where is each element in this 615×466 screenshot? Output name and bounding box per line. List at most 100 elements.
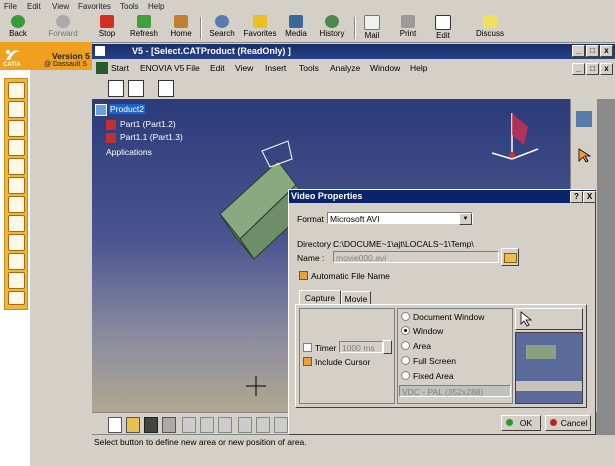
auto-name-checkbox[interactable] <box>299 271 308 280</box>
include-cursor-checkbox[interactable] <box>303 357 312 366</box>
column-icon[interactable] <box>8 177 25 194</box>
undo-icon[interactable] <box>238 417 252 433</box>
paste-icon[interactable] <box>218 417 232 433</box>
menu-analyze[interactable]: Analyze <box>330 63 360 73</box>
menu-favorites[interactable]: Favorites <box>78 2 111 11</box>
grid-icon[interactable] <box>8 272 25 289</box>
redo-icon[interactable] <box>256 417 270 433</box>
copy-icon[interactable] <box>200 417 214 433</box>
close-window-button[interactable]: x <box>600 45 613 57</box>
refresh-doc-icon[interactable] <box>128 80 144 97</box>
menu-file[interactable]: File <box>4 2 17 11</box>
menu-cat-view[interactable]: View <box>235 63 253 73</box>
new-file-icon[interactable] <box>108 417 122 433</box>
catia-window-titlebar: V5 - [Select.CATProduct (ReadOnly) ] _ □… <box>92 44 615 59</box>
fixed-area-select[interactable]: VDC - PAL (352x288) <box>399 385 511 397</box>
search-button[interactable]: Search <box>207 15 237 41</box>
auto-name-label: Automatic File Name <box>311 271 390 281</box>
gear-tool-icon[interactable] <box>8 196 25 213</box>
menu-cat-help[interactable]: Help <box>410 63 427 73</box>
menu-insert[interactable]: Insert <box>265 63 286 73</box>
media-button[interactable]: Media <box>282 15 310 41</box>
back-button[interactable]: Back <box>4 15 32 41</box>
print-button[interactable]: Print <box>396 15 420 41</box>
chevron-down-icon[interactable]: ▼ <box>459 213 472 225</box>
maximize-button[interactable]: □ <box>586 45 599 57</box>
menu-window[interactable]: Window <box>370 63 400 73</box>
export-icon[interactable] <box>158 80 174 97</box>
menu-tools[interactable]: Tools <box>120 2 139 11</box>
radio-window-label: Window <box>413 326 444 336</box>
select-arrow-icon[interactable] <box>576 147 592 163</box>
compass-icon[interactable] <box>8 101 25 118</box>
catia-company: @ Dassault S <box>44 61 87 68</box>
list-icon[interactable] <box>8 291 25 305</box>
palette-icon[interactable] <box>8 253 25 270</box>
radio-area[interactable] <box>401 341 410 350</box>
window-menu-icon[interactable] <box>95 46 105 56</box>
clock-icon[interactable] <box>8 82 25 99</box>
sun-icon[interactable] <box>8 139 25 156</box>
format-select[interactable]: Microsoft AVI ▼ <box>327 212 473 225</box>
mail-button[interactable]: Mail <box>360 15 384 41</box>
doc-minimize-button[interactable]: _ <box>572 63 585 75</box>
tree-item-part1[interactable]: Part1 (Part1.2) <box>120 119 176 129</box>
edit-button[interactable]: Edit <box>432 15 454 41</box>
cut-icon[interactable] <box>182 417 196 433</box>
cancel-button[interactable]: Cancel <box>545 415 591 431</box>
favorites-button[interactable]: Favorites <box>240 15 280 41</box>
photo-icon[interactable] <box>8 234 25 251</box>
timer-spinner[interactable] <box>383 340 392 354</box>
tree-item-applications[interactable]: Applications <box>106 147 152 157</box>
history-button[interactable]: History <box>316 15 348 41</box>
menu-cat-file[interactable]: File <box>186 63 200 73</box>
timer-checkbox[interactable] <box>303 343 312 352</box>
select-area-button[interactable] <box>515 308 583 330</box>
home-label: Home <box>170 29 192 38</box>
more-icon[interactable] <box>274 417 288 433</box>
doc-close-button[interactable]: x <box>600 63 613 75</box>
menu-start[interactable]: Start <box>111 63 129 73</box>
refresh-button[interactable]: Refresh <box>128 15 160 41</box>
radio-fixed-area[interactable] <box>401 371 410 380</box>
sync-icon[interactable] <box>108 80 124 97</box>
discuss-label: Discuss <box>475 29 504 38</box>
timer-field[interactable]: 1000 ms <box>339 341 383 353</box>
format-label: Format : <box>297 214 329 224</box>
save-icon[interactable] <box>144 417 158 433</box>
browse-folder-button[interactable] <box>501 248 519 266</box>
home-button[interactable]: Home <box>168 15 194 41</box>
doc-restore-button[interactable]: □ <box>586 63 599 75</box>
ok-button[interactable]: OK <box>501 415 541 431</box>
minimize-button[interactable]: _ <box>572 45 585 57</box>
tab-capture[interactable]: Capture <box>299 290 341 304</box>
pencil-icon[interactable] <box>8 120 25 137</box>
product-structure-icon[interactable] <box>576 111 592 127</box>
dialog-help-button[interactable]: ? <box>570 191 583 203</box>
back-label: Back <box>9 29 27 38</box>
menu-edit[interactable]: Edit <box>27 2 41 11</box>
ruler-icon[interactable] <box>8 158 25 175</box>
radio-document-window[interactable] <box>401 312 410 321</box>
dialog-close-button[interactable]: X <box>583 191 596 203</box>
print-doc-icon[interactable] <box>162 417 176 433</box>
name-field[interactable]: movie000.avi <box>333 251 499 263</box>
radio-window[interactable] <box>401 326 410 335</box>
discuss-button[interactable]: Discuss <box>474 15 506 41</box>
menu-enovia[interactable]: ENOVIA V5 <box>140 63 184 73</box>
menu-view[interactable]: View <box>52 2 69 11</box>
forward-button[interactable]: Forward <box>46 15 80 41</box>
stop-button[interactable]: Stop <box>96 15 118 41</box>
menu-cat-edit[interactable]: Edit <box>210 63 225 73</box>
directory-label: Directory : <box>297 239 336 249</box>
browser-menubar: File Edit View Favorites Tools Help <box>0 0 615 14</box>
tree-item-part1-1[interactable]: Part1.1 (Part1.3) <box>120 132 183 142</box>
tree-root-product[interactable]: Product2 <box>109 104 146 114</box>
measure-icon[interactable] <box>8 215 25 232</box>
menu-cat-tools[interactable]: Tools <box>299 63 319 73</box>
radio-full-screen[interactable] <box>401 356 410 365</box>
history-icon <box>325 15 339 28</box>
tab-movie[interactable]: Movie <box>341 291 371 305</box>
open-folder-icon[interactable] <box>126 417 140 433</box>
menu-help[interactable]: Help <box>148 2 164 11</box>
